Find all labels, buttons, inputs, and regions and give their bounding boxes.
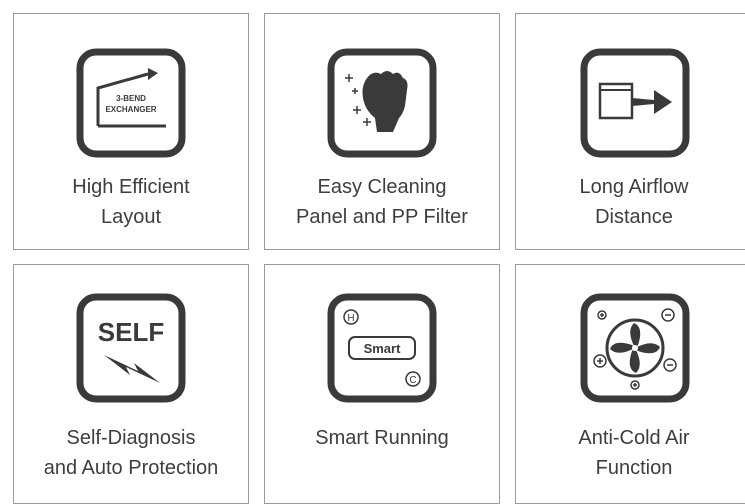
feature-card-long-airflow: Long Airflow Distance — [515, 13, 745, 250]
feature-label-line-2: Function — [595, 457, 673, 479]
feature-label-line-1: Anti-Cold Air — [578, 427, 690, 449]
feature-card-anti-cold-air: Anti-Cold Air Function — [515, 264, 745, 504]
icon-text-c: C — [409, 375, 416, 386]
feature-card-self-diagnosis: SELF Self-Diagnosis and Auto Protection — [13, 264, 249, 504]
icon-text-self: SELF — [98, 317, 164, 347]
fan-icon — [580, 293, 690, 403]
three-bend-exchanger-icon: 3-BEND EXCHANGER — [76, 48, 186, 158]
airflow-arrow-icon — [580, 48, 690, 158]
icon-text-h: H — [347, 313, 354, 324]
feature-label: High Efficient Layout — [14, 172, 248, 232]
feature-label-line-1: Long Airflow — [579, 176, 689, 198]
feature-label-line-1: Easy Cleaning — [317, 176, 447, 198]
feature-label: Smart Running — [265, 423, 499, 453]
feature-label: Self-Diagnosis and Auto Protection — [14, 423, 248, 483]
feature-card-smart-running: H Smart C Smart Running — [264, 264, 500, 504]
self-diagnosis-icon: SELF — [76, 293, 186, 403]
feature-label-line-2: and Auto Protection — [43, 457, 219, 479]
feature-label: Long Airflow Distance — [516, 172, 745, 232]
feature-label-line-1: High Efficient — [72, 176, 190, 198]
icon-text-exchanger: EXCHANGER — [105, 105, 156, 114]
feature-label-line-2: Distance — [595, 206, 673, 228]
feature-label: Anti-Cold Air Function — [516, 423, 745, 483]
feature-label-line-2: Layout — [100, 206, 162, 228]
feature-label-line-2: Panel and PP Filter — [296, 206, 468, 228]
feature-card-high-efficient-layout: 3-BEND EXCHANGER High Efficient Layout — [13, 13, 249, 250]
feature-card-easy-cleaning: Easy Cleaning Panel and PP Filter — [264, 13, 500, 250]
cleaning-hand-icon — [327, 48, 437, 158]
feature-label-line-1: Self-Diagnosis — [66, 427, 196, 449]
icon-text-3bend: 3-BEND — [116, 94, 146, 103]
feature-label: Easy Cleaning Panel and PP Filter — [265, 172, 499, 232]
smart-running-icon: H Smart C — [327, 293, 437, 403]
icon-text-smart: Smart — [364, 341, 402, 356]
feature-label-line-1: Smart Running — [315, 427, 449, 449]
